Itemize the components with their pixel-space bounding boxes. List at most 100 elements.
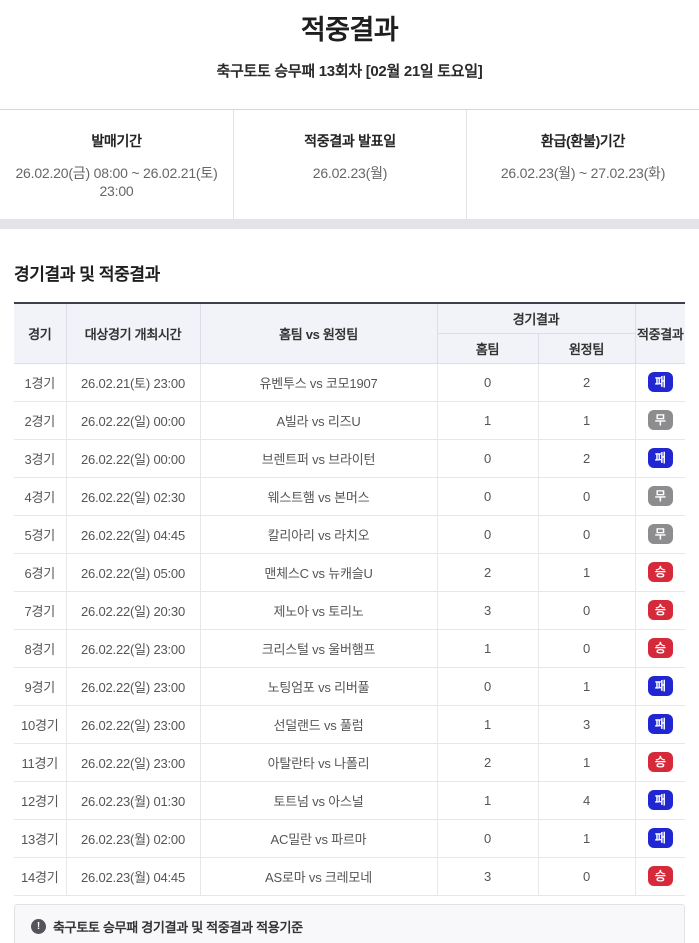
- cell-game: 12경기: [14, 780, 67, 820]
- results-table-head: 경기 대상경기 개최시간 홈팀 vs 원정팀 경기결과 적중결과 홈팀 원정팀: [14, 302, 686, 364]
- table-row: 7경기 26.02.22(일) 20:30 제노아 vs 토리노 3 0 승: [14, 590, 686, 630]
- table-row: 14경기 26.02.23(월) 04:45 AS로마 vs 크레모네 3 0 승: [14, 856, 686, 896]
- cell-away: 1: [537, 400, 636, 440]
- hit-result-badge: 승: [647, 600, 673, 620]
- cell-away: 0: [537, 514, 636, 554]
- col-header-game: 경기: [14, 302, 67, 364]
- cell-hit: 승: [634, 856, 686, 896]
- cell-hit: 승: [634, 552, 686, 592]
- col-header-home: 홈팀: [437, 332, 539, 364]
- col-header-result-group: 경기결과: [436, 302, 636, 334]
- cell-time: 26.02.23(월) 01:30: [65, 780, 201, 820]
- table-row: 4경기 26.02.22(일) 02:30 웨스트햄 vs 본머스 0 0 무: [14, 476, 686, 516]
- table-row: 13경기 26.02.23(월) 02:00 AC밀란 vs 파르마 0 1 패: [14, 818, 686, 858]
- hit-result-badge: 패: [647, 790, 673, 810]
- cell-home: 1: [436, 704, 539, 744]
- cell-home: 3: [436, 856, 539, 896]
- cell-away: 0: [537, 476, 636, 516]
- cell-game: 14경기: [14, 856, 67, 896]
- results-table: 경기 대상경기 개최시간 홈팀 vs 원정팀 경기결과 적중결과 홈팀 원정팀 …: [14, 302, 686, 896]
- table-row: 5경기 26.02.22(일) 04:45 칼리아리 vs 라치오 0 0 무: [14, 514, 686, 554]
- cell-hit: 승: [634, 590, 686, 630]
- table-row: 2경기 26.02.22(일) 00:00 A빌라 vs 리즈U 1 1 무: [14, 400, 686, 440]
- cell-time: 26.02.22(일) 23:00: [65, 704, 201, 744]
- cell-hit: 패: [634, 704, 686, 744]
- hit-result-badge: 패: [647, 372, 673, 392]
- hit-result-badge: 패: [647, 448, 673, 468]
- cell-teams: 아탈란타 vs 나폴리: [199, 742, 438, 782]
- cell-home: 0: [436, 476, 539, 516]
- hit-result-badge: 패: [647, 828, 673, 848]
- cell-time: 26.02.22(일) 20:30: [65, 590, 201, 630]
- cell-away: 2: [537, 362, 636, 402]
- cell-time: 26.02.22(일) 00:00: [65, 400, 201, 440]
- cell-hit: 무: [634, 514, 686, 554]
- cell-teams: 칼리아리 vs 라치오: [199, 514, 438, 554]
- cell-home: 1: [436, 628, 539, 668]
- table-row: 8경기 26.02.22(일) 23:00 크리스털 vs 울버햄프 1 0 승: [14, 628, 686, 668]
- cell-hit: 패: [634, 818, 686, 858]
- sale-info-strip: 발매기간 26.02.20(금) 08:00 ~ 26.02.21(토) 23:…: [0, 109, 699, 219]
- table-row: 12경기 26.02.23(월) 01:30 토트넘 vs 아스널 1 4 패: [14, 780, 686, 820]
- cell-teams: 선덜랜드 vs 풀럼: [199, 704, 438, 744]
- cell-home: 1: [436, 780, 539, 820]
- cell-game: 9경기: [14, 666, 67, 706]
- cell-teams: 노팅엄포 vs 리버풀: [199, 666, 438, 706]
- cell-teams: 크리스털 vs 울버햄프: [199, 628, 438, 668]
- cell-game: 11경기: [14, 742, 67, 782]
- table-row: 6경기 26.02.22(일) 05:00 맨체스C vs 뉴캐슬U 2 1 승: [14, 552, 686, 592]
- section-divider: [0, 219, 699, 229]
- cell-game: 4경기: [14, 476, 67, 516]
- cell-game: 1경기: [14, 362, 67, 402]
- info-value: 26.02.23(월) ~ 27.02.23(화): [500, 165, 666, 181]
- cell-away: 0: [537, 628, 636, 668]
- cell-teams: 브렌트퍼 vs 브라이턴: [199, 438, 438, 478]
- hit-result-badge: 무: [647, 410, 673, 430]
- cell-home: 3: [436, 590, 539, 630]
- notice-box: ! 축구토토 승무패 경기결과 및 적중결과 적용기준 - 경기시작부터 후반 …: [14, 903, 685, 943]
- info-value: 26.02.23(월): [312, 165, 388, 181]
- info-cell-sale-period: 발매기간 26.02.20(금) 08:00 ~ 26.02.21(토) 23:…: [0, 110, 233, 219]
- table-row: 9경기 26.02.22(일) 23:00 노팅엄포 vs 리버풀 0 1 패: [14, 666, 686, 706]
- cell-teams: A빌라 vs 리즈U: [199, 400, 438, 440]
- page-subtitle: 축구토토 승무패 13회차 [02월 21일 토요일]: [216, 63, 483, 80]
- cell-teams: 웨스트햄 vs 본머스: [199, 476, 438, 516]
- cell-hit: 승: [634, 628, 686, 668]
- cell-time: 26.02.22(일) 02:30: [65, 476, 201, 516]
- cell-game: 7경기: [14, 590, 67, 630]
- col-header-hit: 적중결과: [634, 302, 686, 364]
- cell-home: 0: [436, 514, 539, 554]
- cell-hit: 승: [634, 742, 686, 782]
- cell-time: 26.02.22(일) 23:00: [65, 666, 201, 706]
- results-section: 경기결과 및 적중결과 경기 대상경기 개최시간 홈팀 vs 원정팀 경기결과 …: [0, 260, 699, 896]
- page-header: 적중결과 축구토토 승무패 13회차 [02월 21일 토요일]: [0, 0, 699, 81]
- cell-game: 13경기: [14, 818, 67, 858]
- notice-title-row: ! 축구토토 승무패 경기결과 및 적중결과 적용기준: [31, 917, 668, 936]
- cell-time: 26.02.22(일) 23:00: [65, 742, 201, 782]
- cell-game: 3경기: [14, 438, 67, 478]
- cell-home: 1: [436, 400, 539, 440]
- cell-away: 1: [537, 552, 636, 592]
- cell-teams: 맨체스C vs 뉴캐슬U: [199, 552, 438, 592]
- cell-time: 26.02.22(일) 00:00: [65, 438, 201, 478]
- info-cell-announce-date: 적중결과 발표일 26.02.23(월): [233, 110, 466, 219]
- cell-hit: 패: [634, 438, 686, 478]
- results-table-body: 1경기 26.02.21(토) 23:00 유벤투스 vs 코모1907 0 2 패 2경기…: [14, 362, 686, 896]
- cell-hit: 패: [634, 666, 686, 706]
- cell-home: 0: [436, 818, 539, 858]
- table-row: 1경기 26.02.21(토) 23:00 유벤투스 vs 코모1907 0 2 패: [14, 362, 686, 402]
- cell-time: 26.02.23(월) 04:45: [65, 856, 201, 896]
- info-label: 환급(환불)기간: [540, 133, 626, 149]
- hit-result-badge: 승: [647, 638, 673, 658]
- info-label: 적중결과 발표일: [304, 133, 396, 149]
- hit-result-badge: 패: [647, 714, 673, 734]
- cell-hit: 패: [634, 362, 686, 402]
- cell-teams: 제노아 vs 토리노: [199, 590, 438, 630]
- cell-hit: 패: [634, 780, 686, 820]
- cell-home: 0: [436, 666, 539, 706]
- cell-away: 0: [537, 856, 636, 896]
- cell-game: 6경기: [14, 552, 67, 592]
- cell-away: 3: [537, 704, 636, 744]
- hit-result-badge: 승: [647, 866, 673, 886]
- cell-home: 2: [436, 742, 539, 782]
